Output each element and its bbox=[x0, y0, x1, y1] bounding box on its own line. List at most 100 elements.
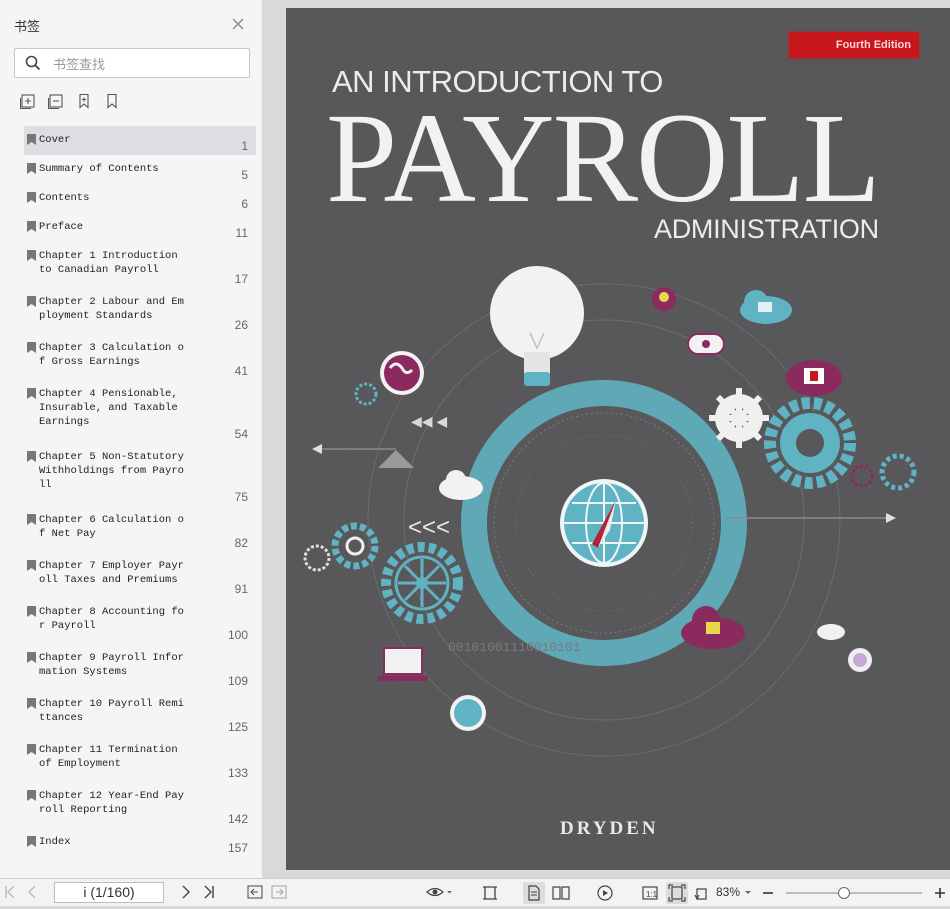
cover-binary-text: 00101001110010101 bbox=[448, 640, 581, 655]
fit-page-button[interactable] bbox=[666, 882, 688, 904]
bookmark-flag-icon bbox=[27, 560, 36, 571]
bookmark-item[interactable]: Chapter 11 Termination of Employment 133 bbox=[24, 736, 256, 782]
bookmark-flag-icon bbox=[27, 134, 36, 145]
bookmark-flag-icon bbox=[27, 221, 36, 232]
first-page-icon[interactable] bbox=[4, 885, 16, 899]
bookmark-page-number: 11 bbox=[235, 226, 248, 240]
zoom-in-icon[interactable] bbox=[934, 887, 946, 899]
bookmark-flag-icon bbox=[27, 744, 36, 755]
bookmark-page-number: 91 bbox=[234, 582, 248, 596]
zoom-dropdown-icon[interactable] bbox=[744, 890, 752, 896]
bookmark-item[interactable]: Contents 6 bbox=[24, 184, 256, 213]
bookmark-flag-icon bbox=[27, 296, 36, 307]
zoom-slider[interactable] bbox=[786, 887, 922, 899]
bookmark-item[interactable]: Index 157 bbox=[24, 828, 256, 857]
bookmark-item[interactable]: Chapter 9 Payroll Information Systems 109 bbox=[24, 644, 256, 690]
svg-text:1:1: 1:1 bbox=[646, 890, 658, 899]
navigate-back-icon[interactable] bbox=[247, 885, 263, 899]
last-page-icon[interactable] bbox=[203, 885, 215, 899]
collapse-all-icon[interactable] bbox=[48, 93, 64, 109]
bookmark-flag-icon bbox=[27, 606, 36, 617]
bookmark-item[interactable]: Chapter 12 Year-End Payroll Reporting 142 bbox=[24, 782, 256, 828]
bookmark-page-number: 26 bbox=[234, 318, 248, 332]
bookmark-label: Chapter 1 Introduction to Canadian Payro… bbox=[39, 250, 178, 276]
cover-author: DRYDEN bbox=[560, 818, 659, 839]
reading-mode-eye-icon[interactable] bbox=[426, 885, 452, 899]
bookmark-panel: 书签 Cover 1 Summary of Contents 5 Contents 6 Pr… bbox=[0, 0, 263, 878]
bookmark-label: Chapter 12 Year-End Payroll Reporting bbox=[39, 790, 184, 816]
bookmark-page-number: 41 bbox=[234, 364, 248, 378]
bookmark-page-number: 100 bbox=[227, 628, 248, 642]
zoom-slider-thumb[interactable] bbox=[838, 887, 851, 899]
bookmark-label: Chapter 6 Calculation of Net Pay bbox=[39, 514, 184, 540]
document-view[interactable]: <<< ◀◀ ◀ 00101001110010101 Fourth Editio… bbox=[263, 0, 950, 878]
bookmark-item[interactable]: Chapter 5 Non-Statutory Withholdings fro… bbox=[24, 443, 256, 506]
bookmark-flag-icon bbox=[27, 192, 36, 203]
add-bookmark-icon[interactable] bbox=[76, 93, 92, 109]
next-page-icon[interactable] bbox=[181, 885, 191, 899]
page-number-input[interactable]: i (1/160) bbox=[54, 882, 164, 903]
two-page-view-icon[interactable] bbox=[551, 885, 571, 901]
navigate-forward-icon[interactable] bbox=[271, 885, 287, 899]
bookmark-flag-icon bbox=[27, 698, 36, 709]
bookmark-page-number: 54 bbox=[234, 427, 248, 441]
bookmark-flag-icon bbox=[27, 163, 36, 174]
bookmark-label: Chapter 4 Pensionable, Insurable, and Ta… bbox=[39, 388, 178, 428]
bottom-toolbar: i (1/160) 1:1 83% bbox=[0, 878, 950, 906]
bookmark-page-number: 109 bbox=[227, 674, 248, 688]
bookmark-search bbox=[14, 48, 250, 78]
actual-size-icon[interactable]: 1:1 bbox=[642, 885, 658, 901]
bookmark-item[interactable]: Cover 1 bbox=[24, 126, 256, 155]
bookmark-item[interactable]: Preface 11 bbox=[24, 213, 256, 242]
bookmark-flag-icon bbox=[27, 388, 36, 399]
bookmark-item[interactable]: Chapter 4 Pensionable, Insurable, and Ta… bbox=[24, 380, 256, 443]
edition-badge: Fourth Edition bbox=[789, 32, 919, 58]
zoom-level[interactable]: 83% bbox=[716, 885, 740, 899]
fit-width-icon[interactable] bbox=[482, 885, 498, 901]
expand-all-icon[interactable] bbox=[20, 93, 36, 109]
bookmark-label: Chapter 9 Payroll Information Systems bbox=[39, 652, 184, 678]
bookmark-label: Preface bbox=[39, 221, 84, 233]
bookmark-item[interactable]: Chapter 10 Payroll Remittances 125 bbox=[24, 690, 256, 736]
bookmark-label: Cover bbox=[39, 134, 71, 146]
rotate-icon[interactable] bbox=[694, 885, 710, 901]
bookmark-label: Chapter 5 Non-Statutory Withholdings fro… bbox=[39, 451, 184, 491]
bookmark-flag-icon bbox=[27, 790, 36, 801]
bookmark-item[interactable]: Chapter 2 Labour and Employment Standard… bbox=[24, 288, 256, 334]
bookmark-flag-icon bbox=[27, 451, 36, 462]
single-page-icon bbox=[528, 885, 540, 901]
bookmark-page-number: 142 bbox=[227, 812, 248, 826]
search-icon bbox=[25, 55, 41, 71]
previous-page-icon[interactable] bbox=[27, 885, 37, 899]
bookmark-icon[interactable] bbox=[104, 93, 120, 109]
bookmark-flag-icon bbox=[27, 342, 36, 353]
bookmark-label: Contents bbox=[39, 192, 90, 204]
bookmark-item[interactable]: Chapter 6 Calculation of Net Pay 82 bbox=[24, 506, 256, 552]
single-page-view-button[interactable] bbox=[523, 882, 545, 904]
bookmark-label: Chapter 3 Calculation of Gross Earnings bbox=[39, 342, 184, 368]
bookmark-label: Index bbox=[39, 836, 71, 848]
bookmark-search-input[interactable] bbox=[51, 53, 245, 75]
panel-title: 书签 bbox=[14, 19, 41, 34]
bookmark-item[interactable]: Chapter 1 Introduction to Canadian Payro… bbox=[24, 242, 256, 288]
bookmark-page-number: 82 bbox=[234, 536, 248, 550]
fit-page-icon bbox=[668, 884, 686, 902]
close-icon[interactable] bbox=[230, 16, 246, 32]
zoom-out-icon[interactable] bbox=[762, 887, 774, 899]
bookmark-label: Chapter 7 Employer Payroll Taxes and Pre… bbox=[39, 560, 184, 586]
cover-title-main: PAYROLL bbox=[326, 87, 881, 229]
bookmark-flag-icon bbox=[27, 250, 36, 261]
bookmark-flag-icon bbox=[27, 836, 36, 847]
bookmark-item[interactable]: Chapter 3 Calculation of Gross Earnings 4… bbox=[24, 334, 256, 380]
bookmark-item[interactable]: Chapter 7 Employer Payroll Taxes and Pre… bbox=[24, 552, 256, 598]
bookmark-page-number: 5 bbox=[241, 168, 248, 182]
bookmark-item[interactable]: Summary of Contents 5 bbox=[24, 155, 256, 184]
slideshow-play-icon[interactable] bbox=[596, 885, 614, 901]
bookmark-page-number: 157 bbox=[227, 841, 248, 855]
svg-text:<<<: <<< bbox=[408, 514, 450, 541]
bookmark-label: Chapter 2 Labour and Employment Standard… bbox=[39, 296, 184, 322]
bookmark-page-number: 6 bbox=[241, 197, 248, 211]
bookmark-item[interactable]: Chapter 8 Accounting for Payroll 100 bbox=[24, 598, 256, 644]
bookmark-label: Chapter 10 Payroll Remittances bbox=[39, 698, 184, 724]
bookmark-flag-icon bbox=[27, 652, 36, 663]
